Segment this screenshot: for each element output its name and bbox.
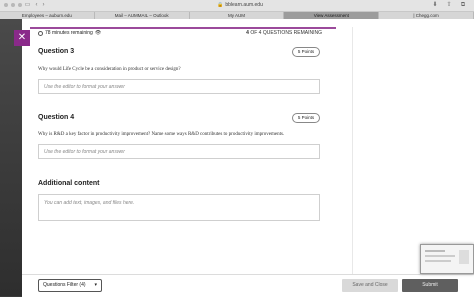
question-3-points: 5 Points [292,47,320,57]
close-window-dot[interactable] [4,3,8,7]
question-3-text: Why would Life Cycle be a consideration … [38,67,181,72]
thumbnail-line [425,260,451,262]
additional-content-editor[interactable]: You can add text, images, and files here… [38,194,320,221]
minimize-window-dot[interactable] [11,3,15,7]
background-course-strip [0,19,22,296]
tab-chegg[interactable]: | Chegg.com [379,12,474,19]
questions-filter-label: Questions Filter (4) [43,282,86,288]
assessment-header: 78 minutes remaining 👁 4 OF 4 QUESTIONS … [22,19,474,37]
content-divider [352,27,353,277]
tabs-overview-icon[interactable]: ⧉ [460,2,466,8]
timer-text: 78 minutes remaining [45,30,93,36]
clock-icon [38,30,43,36]
question-3-answer-editor[interactable]: Use the editor to format your answer [38,79,320,94]
download-icon[interactable]: ⬇ [432,2,438,8]
question-4-title: Question 4 [38,114,75,121]
lock-icon: 🔒 [217,2,224,8]
remaining-count: 4 [246,30,249,36]
question-4-answer-editor[interactable]: Use the editor to format your answer [38,144,320,159]
save-and-close-button[interactable]: Save and Close [342,279,398,292]
tab-mail[interactable]: Mail – AUMMAIL – Outlook [94,12,190,19]
question-4-text: Why is R&D a key factor in productivity … [38,132,285,137]
forward-icon[interactable]: › [40,2,47,8]
close-icon[interactable]: ✕ [14,30,30,46]
hide-timer-icon[interactable]: 👁 [95,30,101,36]
sidebar-toggle-icon[interactable]: ▭ [24,2,31,8]
screenshot-thumbnail[interactable] [420,244,474,274]
back-icon[interactable]: ‹ [33,2,40,8]
thumbnail-block [459,250,469,264]
additional-content-placeholder: You can add text, images, and files here… [44,200,135,206]
browser-titlebar: ▭ ‹ › 🔒 bblearn.aum.edu ⬇ ⇧ ⧉ [0,0,474,12]
question-3-placeholder: Use the editor to format your answer [44,84,125,90]
thumbnail-line [425,255,455,257]
window-controls [4,3,22,7]
maximize-window-dot[interactable] [18,3,22,7]
submit-button[interactable]: Submit [402,279,458,292]
tab-my-aum[interactable]: My AUM [189,12,285,19]
progress-accent-line [30,27,336,29]
share-icon[interactable]: ⇧ [446,2,452,8]
tab-employees[interactable]: Employees – auburn.edu [0,12,95,19]
question-3-title: Question 3 [38,48,75,55]
question-4-points: 5 Points [292,113,320,123]
questions-filter-dropdown[interactable]: Questions Filter (4) ▾ [38,279,102,292]
address-text: bblearn.aum.edu [225,2,263,8]
remaining-text: OF 4 QUESTIONS REMAINING [250,30,322,36]
assessment-panel: 78 minutes remaining 👁 4 OF 4 QUESTIONS … [22,19,474,296]
questions-remaining: 4 OF 4 QUESTIONS REMAINING [246,30,322,36]
tab-view-assessment[interactable]: View Assessment [284,12,380,19]
assessment-footer: Questions Filter (4) ▾ Save and Close Su… [22,274,474,297]
additional-content-title: Additional content [38,180,100,187]
tab-bar: Employees – auburn.edu Mail – AUMMAIL – … [0,12,474,19]
timer: 78 minutes remaining 👁 [38,30,101,36]
question-4-placeholder: Use the editor to format your answer [44,149,125,155]
address-bar[interactable]: 🔒 bblearn.aum.edu [205,2,275,9]
chevron-down-icon: ▾ [94,282,97,288]
thumbnail-line [425,250,445,252]
